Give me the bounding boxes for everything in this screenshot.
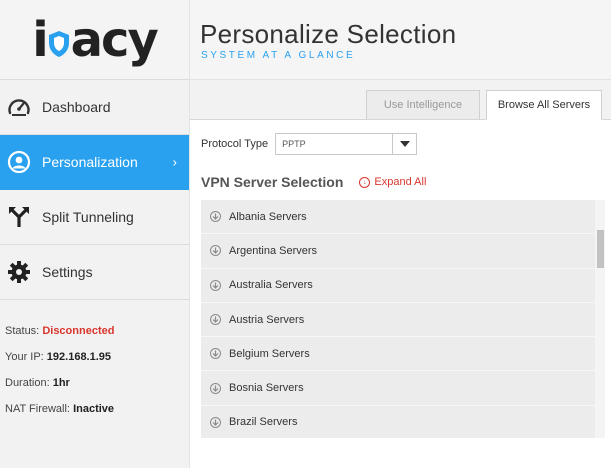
expand-all-label: Expand All — [374, 176, 427, 188]
nat-value: Inactive — [73, 403, 115, 415]
nav-settings[interactable]: Settings — [0, 245, 189, 300]
server-list-item[interactable]: Argentina Servers — [201, 234, 605, 269]
download-circle-icon — [210, 245, 221, 257]
main-panel: Personalize Selection SYSTEM AT A GLANCE… — [190, 0, 611, 468]
server-list: Albania Servers Argentina Servers Australi… — [201, 200, 605, 438]
scrollbar[interactable] — [595, 200, 605, 438]
nav-dashboard-label: Dashboard — [42, 99, 111, 115]
nav-dashboard[interactable]: Dashboard — [0, 80, 189, 135]
server-name: Austria Servers — [229, 313, 305, 326]
status-row: Status: Disconnected — [5, 318, 189, 344]
sidebar: i acy Dashboard Personalization › Split … — [0, 0, 190, 468]
connection-status-panel: Status: Disconnected Your IP: 192.168.1.… — [0, 300, 189, 422]
vpn-section-header: VPN Server Selection ↓ Expand All — [201, 174, 426, 190]
page-subtitle: SYSTEM AT A GLANCE — [201, 50, 356, 61]
server-list-item[interactable]: Albania Servers — [201, 200, 605, 235]
nat-row: NAT Firewall: Inactive — [5, 396, 189, 422]
nav-personalization[interactable]: Personalization › — [0, 135, 189, 190]
logo-text-left: i — [32, 11, 49, 68]
caret-down-icon — [392, 134, 416, 154]
gauge-icon — [6, 94, 32, 120]
download-circle-icon — [210, 211, 221, 223]
status-label: Status: — [5, 325, 40, 337]
ip-row: Your IP: 192.168.1.95 — [5, 344, 189, 370]
status-value: Disconnected — [42, 325, 115, 337]
user-icon — [6, 149, 32, 175]
server-list-item[interactable]: Australia Servers — [201, 269, 605, 303]
section-title: VPN Server Selection — [201, 174, 344, 190]
download-circle-icon — [210, 416, 221, 428]
server-list-item[interactable]: Belgium Servers — [201, 337, 605, 372]
server-name: Albania Servers — [229, 210, 307, 223]
nav-split-tunneling[interactable]: Split Tunneling — [0, 190, 189, 245]
download-circle-icon — [210, 348, 221, 360]
nav-split-tunneling-label: Split Tunneling — [42, 209, 134, 225]
server-name: Brazil Servers — [229, 416, 298, 429]
scrollbar-thumb[interactable] — [597, 230, 604, 268]
page-header: Personalize Selection SYSTEM AT A GLANCE — [190, 0, 611, 80]
server-name: Bosnia Servers — [229, 382, 304, 395]
duration-label: Duration: — [5, 377, 50, 389]
expand-all-link[interactable]: ↓ Expand All — [359, 176, 426, 188]
download-circle-icon — [210, 382, 221, 394]
protocol-label: Protocol Type — [201, 138, 269, 150]
logo: i acy — [0, 0, 189, 80]
download-circle-icon: ↓ — [359, 176, 371, 188]
tab-browse-all-servers[interactable]: Browse All Servers — [486, 90, 602, 120]
download-circle-icon — [210, 314, 221, 326]
server-name: Australia Servers — [229, 279, 313, 292]
nat-label: NAT Firewall: — [5, 403, 70, 415]
chevron-right-icon: › — [172, 154, 177, 170]
page-title: Personalize Selection — [200, 19, 457, 49]
duration-row: Duration: 1hr — [5, 370, 189, 396]
split-arrow-icon — [6, 204, 32, 230]
server-name: Belgium Servers — [229, 347, 310, 360]
protocol-row: Protocol Type PPTP — [201, 133, 418, 155]
server-list-item[interactable]: Austria Servers — [201, 303, 605, 338]
tabs-bar: Use Intelligence Browse All Servers — [190, 80, 611, 120]
logo-text-right: acy — [70, 11, 159, 68]
tab-use-intelligence[interactable]: Use Intelligence — [366, 90, 480, 120]
nav-settings-label: Settings — [42, 264, 93, 280]
gear-icon — [6, 259, 32, 285]
server-list-item[interactable]: Brazil Servers — [201, 406, 605, 438]
duration-value: 1hr — [52, 377, 70, 389]
protocol-value: PPTP — [282, 139, 306, 149]
server-list-item[interactable]: Bosnia Servers — [201, 371, 605, 406]
ip-value: 192.168.1.95 — [46, 351, 112, 363]
protocol-select[interactable]: PPTP — [275, 133, 418, 155]
shield-logo-icon — [48, 30, 69, 57]
download-circle-icon — [210, 279, 221, 291]
server-name: Argentina Servers — [229, 244, 318, 257]
nav-personalization-label: Personalization — [42, 154, 138, 170]
ip-label: Your IP: — [5, 351, 44, 363]
